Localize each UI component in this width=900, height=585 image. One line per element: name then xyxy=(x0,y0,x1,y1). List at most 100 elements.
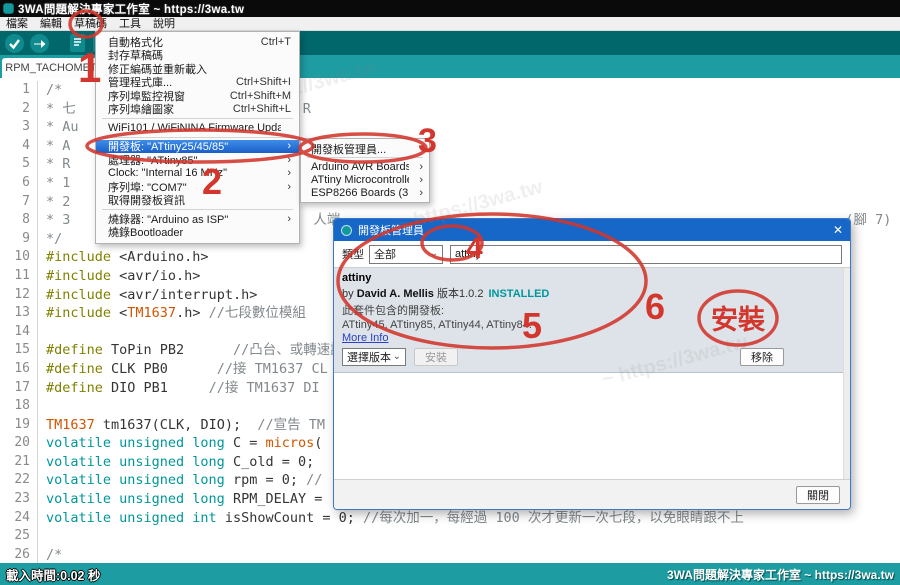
menubar-item-help[interactable]: 說明 xyxy=(147,17,181,31)
by-prefix: by xyxy=(342,288,357,300)
line-code: * 1 xyxy=(38,174,70,193)
type-label: 類型 xyxy=(342,246,364,262)
code-token: ToPin PB2 xyxy=(111,342,233,358)
version-text: 版本1.0.2 xyxy=(434,288,484,300)
code-token: /* xyxy=(46,82,62,98)
code-token: #include xyxy=(46,305,119,321)
package-list[interactable]: attiny by David A. Mellis 版本1.0.2INSTALL… xyxy=(334,267,850,479)
submenu-arrow-icon: › xyxy=(419,161,423,173)
code-token: * 3 xyxy=(46,212,70,228)
line-code: * 2 xyxy=(38,193,70,212)
window-titlebar: 3WA問題解決專家工作室 ~ https://3wa.tw xyxy=(0,0,900,17)
boards-submenu-item[interactable]: ESP8266 Boards (3.1.2)› xyxy=(301,186,429,199)
code-token: * A xyxy=(46,138,70,154)
boards-submenu-item-label: ATtiny Microcontrollers xyxy=(311,174,409,186)
code-token: //七段數位模組 xyxy=(209,305,306,321)
line-code: #include <avr/interrupt.h> xyxy=(38,286,257,305)
type-dropdown[interactable]: 全部 ⌄ xyxy=(369,245,443,264)
dialog-footer: 關閉 xyxy=(334,479,850,509)
line-number: 21 xyxy=(0,453,38,472)
boards-submenu: 開發板管理員... Arduino AVR Boards›ATtiny Micro… xyxy=(300,138,430,203)
status-bar: 載入時間:0.02 秒 3WA問題解決專家工作室 ~ https://3wa.t… xyxy=(0,563,900,585)
line-code: #define CLK PB0 //接 TM1637 CL xyxy=(38,360,328,379)
submenu-arrow-icon: › xyxy=(287,213,291,225)
scrollbar[interactable] xyxy=(843,268,850,479)
line-number: 15 xyxy=(0,341,38,360)
line-code: */ xyxy=(38,230,62,249)
menubar-item-sketch[interactable]: 草稿碼 xyxy=(68,17,113,31)
tools-menu-item[interactable]: 處理器: "ATtiny85"› xyxy=(96,153,299,167)
menubar-item-edit[interactable]: 編輯 xyxy=(34,17,68,31)
submenu-arrow-icon: › xyxy=(287,181,291,193)
code-token: * Au xyxy=(46,119,79,135)
close-button[interactable]: 關閉 xyxy=(796,486,840,504)
code-token: * 七 xyxy=(46,101,76,117)
editor-line: 24volatile unsigned int isShowCount = 0;… xyxy=(0,509,900,528)
tab-sketch[interactable]: RPM_TACHOMET xyxy=(2,58,100,78)
line-code: volatile unsigned long C = micros( xyxy=(38,434,322,453)
new-sketch-button[interactable] xyxy=(68,33,87,53)
code-token: * 2 xyxy=(46,194,70,210)
line-code xyxy=(38,323,46,342)
menu-separator xyxy=(307,157,423,158)
dialog-titlebar[interactable]: 開發板管理員 ✕ xyxy=(334,219,850,241)
chevron-down-icon: ⌄ xyxy=(430,250,438,258)
code-token: micros xyxy=(265,435,314,451)
line-code: #define ToPin PB2 //凸台、或轉速訊 xyxy=(38,341,344,360)
version-dropdown[interactable]: 選擇版本 ⌄ xyxy=(342,348,406,366)
type-dropdown-value: 全部 xyxy=(374,246,396,262)
code-token: C = xyxy=(225,435,266,451)
code-token: <avr/io.h> xyxy=(119,268,200,284)
code-token: * 1 xyxy=(46,175,70,191)
boards-submenu-item[interactable]: Arduino AVR Boards› xyxy=(301,160,429,173)
line-number: 19 xyxy=(0,416,38,435)
code-token: #include xyxy=(46,268,119,284)
line-number: 6 xyxy=(0,174,38,193)
tools-menu-item-shortcut: Ctrl+Shift+M xyxy=(230,90,291,102)
tools-menu-item-shortcut: Ctrl+T xyxy=(261,36,291,48)
menubar-item-file[interactable]: 檔案 xyxy=(0,17,34,31)
close-icon[interactable]: ✕ xyxy=(833,223,843,237)
tools-menu-item[interactable]: 序列埠繪圖家Ctrl+Shift+L xyxy=(96,103,299,117)
tools-menu: 自動格式化Ctrl+T封存草稿碼修正編碼並重新載入管理程式庫...Ctrl+Sh… xyxy=(95,31,300,244)
verify-button[interactable] xyxy=(4,33,25,54)
line-code xyxy=(38,527,46,546)
line-code: #include <avr/io.h> xyxy=(38,267,200,286)
line-number: 26 xyxy=(0,546,38,565)
search-input[interactable] xyxy=(450,245,842,264)
upload-button[interactable] xyxy=(29,33,50,54)
code-token: rpm = 0; xyxy=(225,472,306,488)
line-code: #include <TM1637.h> //七段數位模組 xyxy=(38,304,306,323)
tools-menu-item[interactable]: 燒錄Bootloader xyxy=(96,226,299,240)
code-token: //每次加一，每經過 100 次才更新一次七段，以免眼睛跟不上 xyxy=(363,510,744,526)
submenu-arrow-icon: › xyxy=(287,140,291,152)
line-number: 10 xyxy=(0,248,38,267)
status-watermark: 3WA問題解決專家工作室 ~ https://3wa.tw xyxy=(667,566,894,583)
line-code: #include <Arduino.h> xyxy=(38,248,209,267)
line-code: /* xyxy=(38,546,62,565)
package-entry-attiny[interactable]: attiny by David A. Mellis 版本1.0.2INSTALL… xyxy=(334,268,850,373)
code-token: #define xyxy=(46,342,111,358)
install-button[interactable]: 安裝 xyxy=(414,348,458,366)
code-token: * R xyxy=(46,156,70,172)
code-token: //宣告 TM xyxy=(257,417,325,433)
boards-list: ATtiny45, ATtiny85, ATtiny44, ATtiny84. xyxy=(342,319,836,331)
more-info-link[interactable]: More Info xyxy=(342,332,388,344)
code-token: TM1637 xyxy=(46,417,95,433)
line-code: #define DIO PB1 //接 TM1637 DI xyxy=(38,379,320,398)
line-number: 1 xyxy=(0,81,38,100)
menubar-item-tools[interactable]: 工具 xyxy=(113,17,147,31)
line-number: 9 xyxy=(0,230,38,249)
remove-button[interactable]: 移除 xyxy=(740,348,784,366)
line-number: 16 xyxy=(0,360,38,379)
package-actions: 選擇版本 ⌄ 安裝 移除 xyxy=(342,348,836,366)
boards-submenu-item[interactable]: 開發板管理員... xyxy=(301,142,429,155)
submenu-arrow-icon: › xyxy=(419,174,423,186)
code-token: DIO PB1 xyxy=(111,380,209,396)
boards-submenu-item[interactable]: ATtiny Microcontrollers › xyxy=(301,173,429,186)
tools-menu-item[interactable]: 取得開發板資訊 xyxy=(96,194,299,208)
code-token: C_old = 0; xyxy=(225,454,323,470)
tools-menu-item[interactable]: WiFi101 / WiFiNINA Firmware Updater xyxy=(96,121,299,135)
chevron-down-icon: ⌄ xyxy=(393,353,401,361)
line-number: 18 xyxy=(0,397,38,416)
